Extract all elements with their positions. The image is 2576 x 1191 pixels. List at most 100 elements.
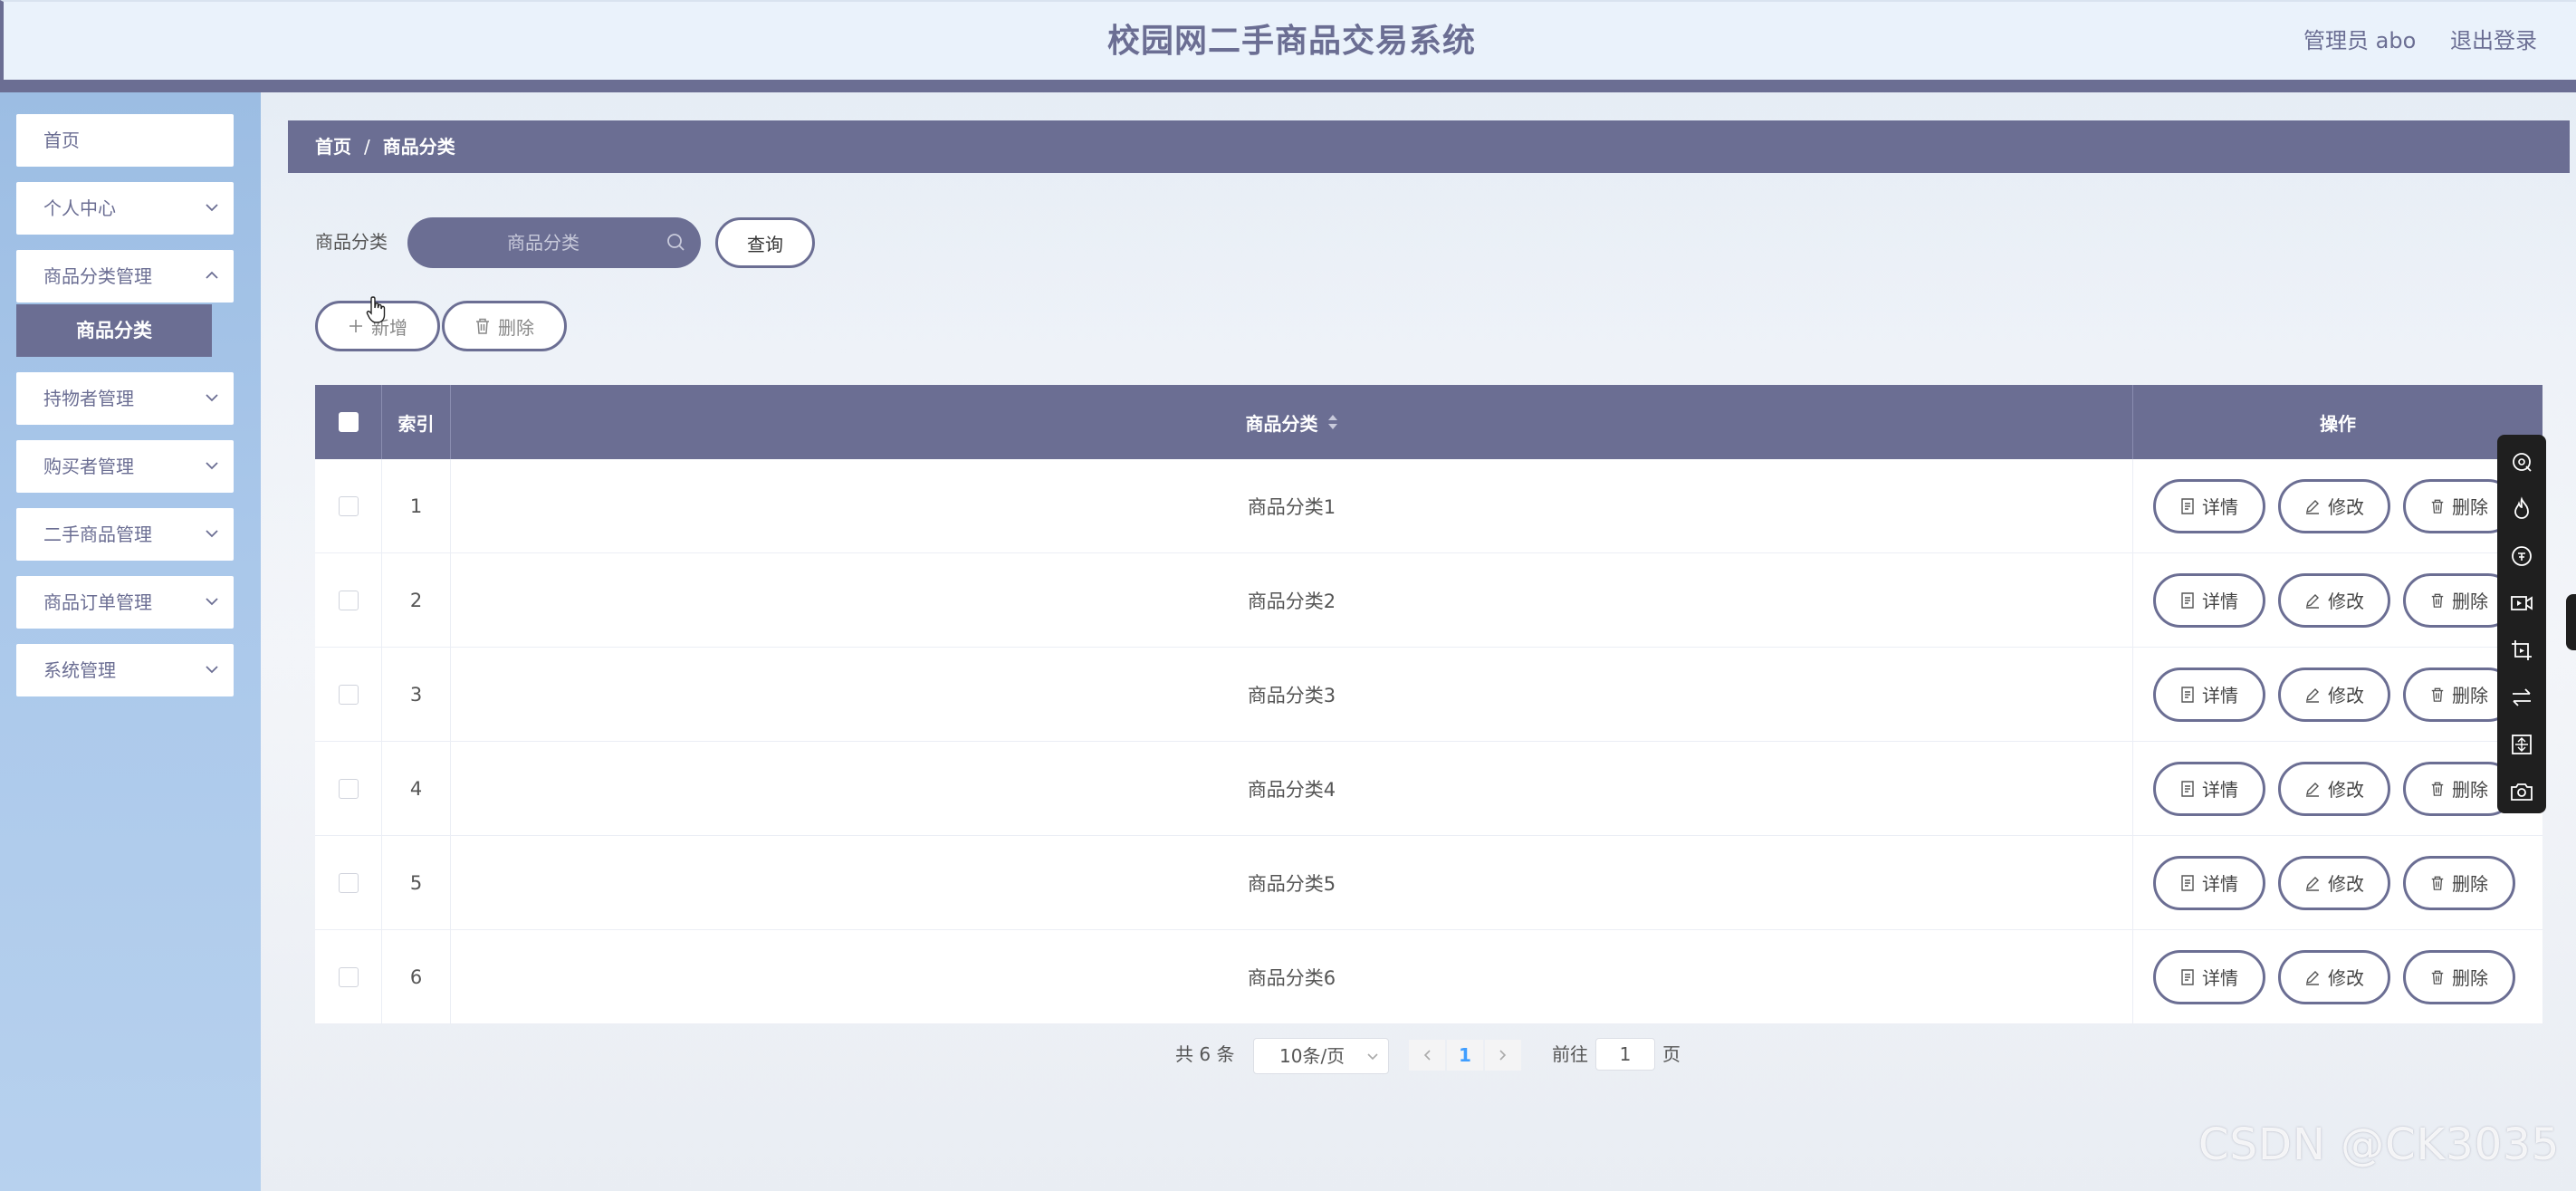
- detail-button[interactable]: 详情: [2153, 572, 2265, 628]
- flame-icon[interactable]: [2509, 496, 2534, 522]
- row-actions: 详情 修改 删除: [2133, 930, 2542, 1023]
- edit-button[interactable]: 修改: [2278, 761, 2390, 816]
- row-select-cell: [315, 836, 382, 929]
- delete-selected-button[interactable]: 删除: [442, 301, 567, 351]
- breadcrumb-home[interactable]: 首页: [315, 136, 351, 158]
- edit-button[interactable]: 修改: [2278, 667, 2390, 722]
- breadcrumb-current: 商品分类: [382, 136, 455, 158]
- select-all-checkbox[interactable]: [338, 412, 359, 432]
- edit-label: 修改: [2328, 967, 2364, 989]
- delete-label: 删除: [2452, 591, 2488, 612]
- breadcrumb: 首页 / 商品分类: [288, 120, 2570, 173]
- sidebar-item-goods-mgmt[interactable]: 二手商品管理: [16, 508, 234, 561]
- detail-label: 详情: [2202, 591, 2238, 612]
- sidebar-item-personal-center[interactable]: 个人中心: [16, 182, 234, 235]
- row-category-name: 商品分类5: [451, 836, 2133, 929]
- translate-icon[interactable]: [2509, 543, 2534, 569]
- table-row: 4 商品分类4 详情 修改 删除: [315, 742, 2542, 836]
- row-actions: 详情 修改 删除: [2133, 553, 2542, 647]
- detail-button[interactable]: 详情: [2153, 478, 2265, 533]
- chevron-down-icon: [206, 598, 218, 606]
- trash-icon: [2431, 499, 2444, 514]
- chevron-up-icon: [206, 271, 218, 279]
- trash-icon: [2431, 593, 2444, 608]
- detail-button[interactable]: 详情: [2153, 667, 2265, 722]
- watermark: CSDN @CK3035: [2198, 1119, 2561, 1170]
- page-number-current[interactable]: 1: [1447, 1040, 1483, 1071]
- row-select-cell: [315, 930, 382, 1023]
- edit-button[interactable]: 修改: [2278, 478, 2390, 533]
- sidebar-item-holder-mgmt[interactable]: 持物者管理: [16, 372, 234, 425]
- screen-capture-icon[interactable]: [2509, 638, 2534, 663]
- swap-icon[interactable]: [2509, 685, 2534, 710]
- row-category-name: 商品分类1: [451, 459, 2133, 552]
- floating-toolbar: [2497, 435, 2546, 813]
- sidebar-item-order-mgmt[interactable]: 商品订单管理: [16, 576, 234, 629]
- edit-label: 修改: [2328, 496, 2364, 518]
- row-checkbox[interactable]: [338, 778, 359, 799]
- video-record-icon[interactable]: [2509, 591, 2534, 616]
- edit-button[interactable]: 修改: [2278, 572, 2390, 628]
- sidebar-item-label: 购买者管理: [43, 456, 134, 477]
- header-category-label: 商品分类: [1245, 412, 1318, 435]
- sidebar-subitem-category[interactable]: 商品分类: [16, 304, 212, 357]
- delete-label: 删除: [2452, 873, 2488, 895]
- delete-button-label: 删除: [498, 316, 534, 339]
- row-index: 5: [382, 836, 451, 929]
- header-category-name[interactable]: 商品分类: [451, 385, 2133, 459]
- row-select-cell: [315, 459, 382, 552]
- header-select-cell: [315, 385, 382, 459]
- delete-button[interactable]: 删除: [2403, 949, 2515, 1004]
- hand-cursor-icon: [366, 296, 386, 323]
- query-button[interactable]: 查询: [715, 217, 815, 268]
- next-page-button[interactable]: [1485, 1040, 1521, 1071]
- row-checkbox[interactable]: [338, 590, 359, 610]
- detail-button[interactable]: 详情: [2153, 949, 2265, 1004]
- edit-label: 修改: [2328, 685, 2364, 706]
- row-index: 4: [382, 742, 451, 835]
- sidebar-item-category-mgmt[interactable]: 商品分类管理: [16, 250, 234, 303]
- row-index: 1: [382, 459, 451, 552]
- detail-label: 详情: [2202, 873, 2238, 895]
- prev-page-button[interactable]: [1409, 1040, 1445, 1071]
- row-checkbox[interactable]: [338, 495, 359, 516]
- search-input[interactable]: [407, 217, 652, 268]
- row-category-name: 商品分类3: [451, 648, 2133, 741]
- row-checkbox[interactable]: [338, 872, 359, 893]
- document-icon: [2181, 686, 2194, 703]
- sidebar-item-label: 二手商品管理: [43, 523, 152, 545]
- sidebar-item-label: 商品订单管理: [43, 591, 152, 613]
- row-actions: 详情 修改 删除: [2133, 648, 2542, 741]
- row-checkbox[interactable]: [338, 684, 359, 705]
- detail-button[interactable]: 详情: [2153, 761, 2265, 816]
- edit-label: 修改: [2328, 591, 2364, 612]
- row-checkbox[interactable]: [338, 966, 359, 987]
- scroll-capture-icon[interactable]: [2509, 732, 2534, 757]
- edit-label: 修改: [2328, 873, 2364, 895]
- chevron-down-icon: [206, 204, 218, 212]
- sidebar-item-label: 系统管理: [43, 659, 116, 681]
- row-category-name: 商品分类6: [451, 930, 2133, 1023]
- camera-icon[interactable]: [2509, 779, 2534, 804]
- sidebar-item-buyer-mgmt[interactable]: 购买者管理: [16, 440, 234, 493]
- header-operations: 操作: [2320, 412, 2356, 435]
- detail-button[interactable]: 详情: [2153, 855, 2265, 910]
- sort-icon[interactable]: [1327, 413, 1338, 431]
- logout-link[interactable]: 退出登录: [2450, 25, 2537, 56]
- page-size-select[interactable]: 10条/页: [1253, 1038, 1389, 1074]
- row-index: 6: [382, 930, 451, 1023]
- chevron-down-icon: [1367, 1053, 1378, 1061]
- sidebar-item-label: 商品分类管理: [43, 265, 152, 287]
- screen-search-icon[interactable]: [2509, 449, 2534, 475]
- goto-page-input[interactable]: [1595, 1038, 1655, 1071]
- pagination-total: 共 6 条: [1175, 1043, 1235, 1065]
- edit-icon: [2306, 593, 2319, 609]
- edit-icon: [2306, 499, 2319, 514]
- detail-label: 详情: [2202, 967, 2238, 989]
- edit-button[interactable]: 修改: [2278, 855, 2390, 910]
- sidebar-item-home[interactable]: 首页: [16, 114, 234, 167]
- floating-toolbar-handle[interactable]: [2566, 594, 2576, 650]
- sidebar-item-system-mgmt[interactable]: 系统管理: [16, 644, 234, 696]
- edit-button[interactable]: 修改: [2278, 949, 2390, 1004]
- delete-button[interactable]: 删除: [2403, 855, 2515, 910]
